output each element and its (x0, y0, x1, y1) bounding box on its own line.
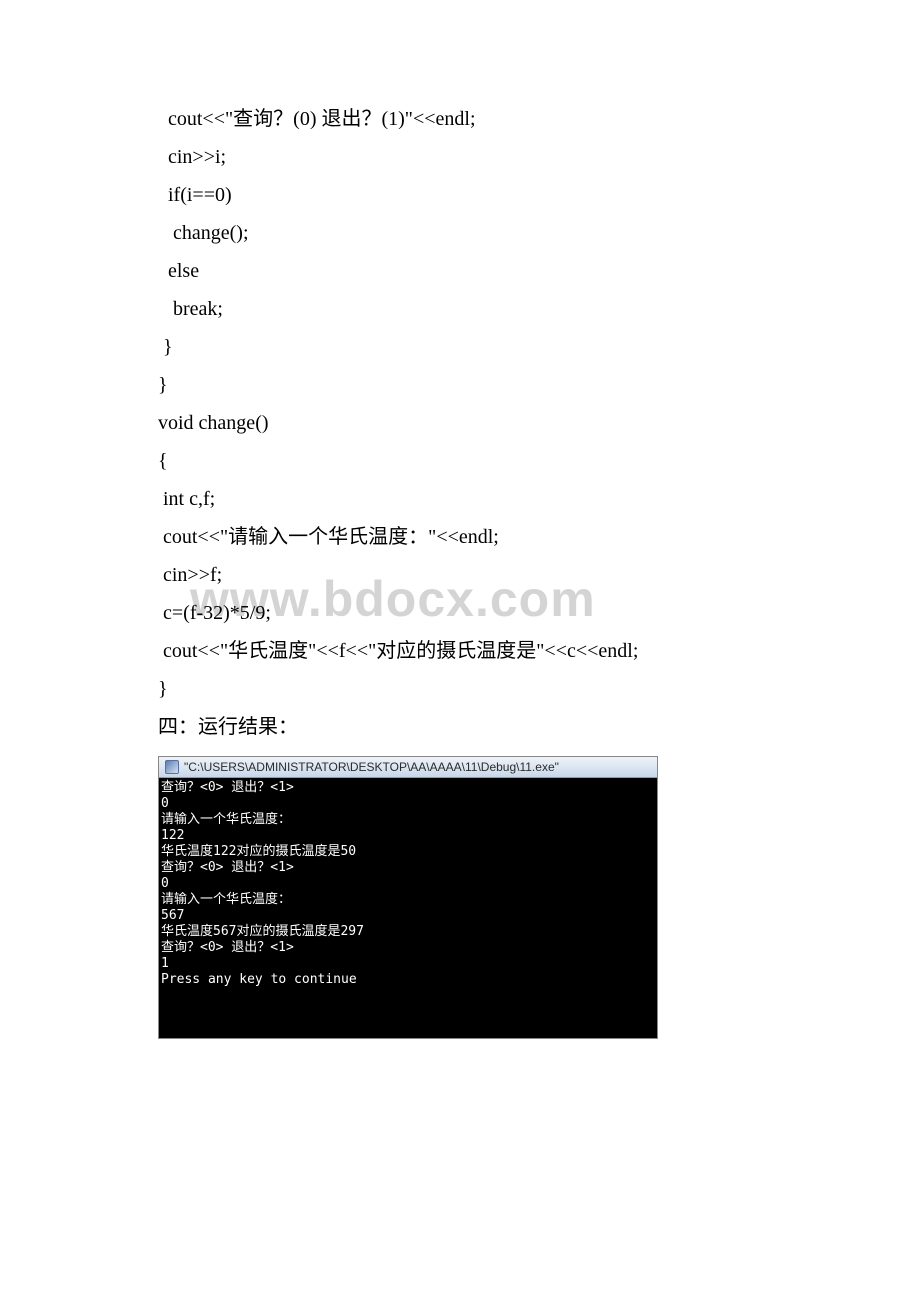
console-line: Press any key to continue (161, 972, 655, 988)
code-line: cout<<"请输入一个华氏温度："<<endl; (158, 518, 775, 556)
console-line: 查询？<0> 退出？<1> (161, 860, 655, 876)
console-output: 查询？<0> 退出？<1> 0 请输入一个华氏温度： 122 华氏温度122对应… (159, 778, 657, 1038)
console-window: "C:\USERS\ADMINISTRATOR\DESKTOP\AA\AAAA\… (158, 756, 658, 1039)
console-line: 0 (161, 796, 655, 812)
code-line: cout<<"华氏温度"<<f<<"对应的摄氏温度是"<<c<<endl; (158, 632, 775, 670)
console-title: "C:\USERS\ADMINISTRATOR\DESKTOP\AA\AAAA\… (184, 760, 559, 774)
code-line: } (158, 366, 775, 404)
console-line: 请输入一个华氏温度： (161, 892, 655, 908)
code-line: } (158, 670, 775, 708)
code-line: cout<<"查询？(0) 退出？(1)"<<endl; (158, 100, 775, 138)
console-titlebar: "C:\USERS\ADMINISTRATOR\DESKTOP\AA\AAAA\… (159, 757, 657, 778)
code-line: int c,f; (158, 480, 775, 518)
console-line: 567 (161, 908, 655, 924)
document-body: cout<<"查询？(0) 退出？(1)"<<endl; cin>>i; if(… (0, 0, 920, 1079)
section-heading: 四：运行结果： (158, 708, 775, 746)
app-icon (165, 760, 179, 774)
code-line: cin>>f; (158, 556, 775, 594)
code-line: } (158, 328, 775, 366)
console-line: 华氏温度122对应的摄氏温度是50 (161, 844, 655, 860)
console-line: 查询？<0> 退出？<1> (161, 940, 655, 956)
code-line: if(i==0) (158, 176, 775, 214)
console-line: 请输入一个华氏温度： (161, 812, 655, 828)
code-line: break; (158, 290, 775, 328)
code-line: void change() (158, 404, 775, 442)
console-line: 0 (161, 876, 655, 892)
code-line: c=(f-32)*5/9; (158, 594, 775, 632)
code-line: change(); (158, 214, 775, 252)
console-line: 122 (161, 828, 655, 844)
code-line: cin>>i; (158, 138, 775, 176)
code-line: { (158, 442, 775, 480)
console-line: 1 (161, 956, 655, 972)
console-line: 查询？<0> 退出？<1> (161, 780, 655, 796)
code-line: else (158, 252, 775, 290)
console-line: 华氏温度567对应的摄氏温度是297 (161, 924, 655, 940)
